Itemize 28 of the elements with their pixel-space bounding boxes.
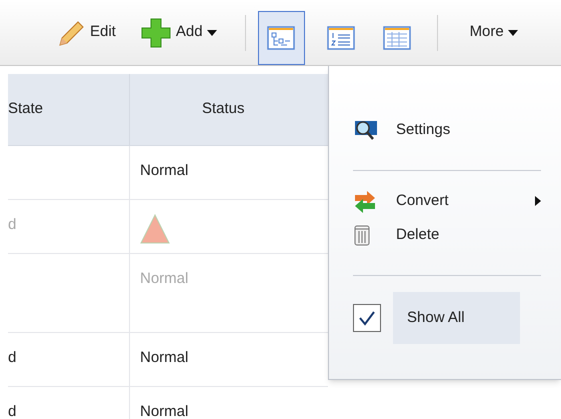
table-view-icon [382,26,411,50]
table-cell: d [8,349,16,366]
plus-icon [140,16,172,48]
edit-button[interactable]: Edit [52,18,120,46]
view-toggle[interactable] [258,11,305,65]
menu-item[interactable]: Convert [396,190,535,212]
numbered-list-icon [326,26,355,50]
more-button[interactable]: More [470,21,518,44]
caret-icon [508,30,518,36]
table-cell: Normal [140,403,188,419]
add-button[interactable]: Add [136,16,221,48]
swap-arrows-icon [353,189,377,213]
search-icon [353,119,379,141]
trash-icon [353,223,371,247]
table-cell: Normal [140,162,188,179]
table-cell: Normal [140,349,188,366]
caret-icon [206,30,217,36]
menu-item[interactable]: Show All [393,292,520,344]
tree-view-icon [267,26,296,50]
table-cell: d [8,403,16,419]
menu-item[interactable]: Settings [396,118,541,142]
checkmark-icon [358,310,376,326]
table-cell: Normal [140,270,188,287]
table-cell: d [8,216,16,233]
column-header[interactable]: State [8,74,130,145]
checkbox[interactable] [353,304,381,332]
column-header[interactable]: Status [130,74,328,145]
menu-item[interactable]: Delete [396,224,541,246]
